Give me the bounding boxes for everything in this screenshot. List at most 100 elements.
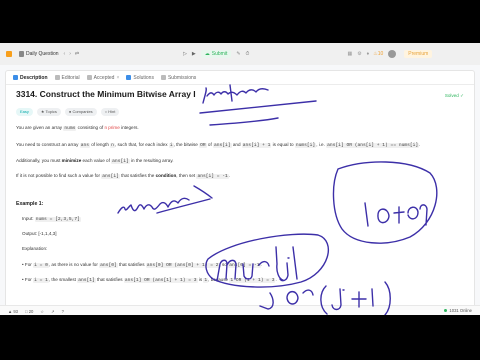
lightbulb-icon: ○ xyxy=(104,109,108,114)
tab-label: Submissions xyxy=(167,74,197,81)
tab-solutions[interactable]: Solutions xyxy=(126,75,154,81)
code: nums[i] xyxy=(294,143,317,148)
hint-chip[interactable]: ○ Hint xyxy=(100,108,120,116)
online-dot-icon xyxy=(444,309,448,312)
code: ans[i] xyxy=(101,174,120,179)
solved-label: Solved xyxy=(444,93,459,98)
notes-button[interactable]: ✎ xyxy=(236,51,240,57)
avatar-button[interactable] xyxy=(388,50,397,58)
lock-icon: ● xyxy=(68,109,72,114)
panel-tabs: Description Editorial Accepted × Solution… xyxy=(6,71,474,85)
streak-counter[interactable]: ♨ 10 xyxy=(373,51,383,57)
leetcode-logo[interactable] xyxy=(6,51,14,57)
star-icon: ☆ xyxy=(40,308,45,314)
comment-icon: □ xyxy=(25,308,28,314)
cloud-upload-icon: ☁ xyxy=(204,51,210,57)
code: OR xyxy=(199,143,207,148)
avatar xyxy=(388,50,397,58)
text: , then set xyxy=(176,173,197,178)
text: For xyxy=(24,262,34,267)
tab-submissions[interactable]: Submissions xyxy=(160,74,197,81)
layout-button[interactable]: ▦ xyxy=(347,51,352,57)
comment-count: 20 xyxy=(28,308,34,314)
submit-button[interactable]: ☁ Submit xyxy=(200,50,232,58)
explanation-label: Explanation: xyxy=(22,246,48,251)
text: that satisfies xyxy=(117,262,146,267)
text: For xyxy=(24,277,34,282)
problem-tags: Easy ★ Topics ● Companies ○ Hint xyxy=(16,108,123,116)
debug-button[interactable]: ▷ xyxy=(183,51,187,57)
like-button[interactable]: ▲ 93 xyxy=(8,309,18,314)
code: ans[i] xyxy=(111,159,130,164)
text: is equal to xyxy=(271,142,295,147)
run-button[interactable]: ▶ xyxy=(192,51,196,57)
text: , i.e. xyxy=(316,142,327,147)
streak-count: 10 xyxy=(377,51,384,57)
problem-list-button[interactable]: Daily Question xyxy=(19,51,59,57)
text: . xyxy=(260,262,262,267)
next-problem-button[interactable]: › xyxy=(69,51,71,57)
problem-title: 3314. Construct the Minimum Bitwise Arra… xyxy=(16,89,196,99)
video-frame: Daily Question ‹ › ⇄ ▷ ▶ ☁ Submit ✎ ⏱ ▦ ⚙… xyxy=(0,43,480,315)
explanation-bullet-1: • For i = 0, as there is no value for an… xyxy=(22,262,262,268)
question-icon: ? xyxy=(61,308,64,314)
top-toolbar: Daily Question ‹ › ⇄ ▷ ▶ ☁ Submit ✎ ⏱ ▦ ⚙… xyxy=(0,43,480,65)
code: ans[1] OR (ans[1] + 1) = 3 xyxy=(123,278,198,283)
topics-chip[interactable]: ★ Topics xyxy=(36,108,61,116)
paragraph-4: If it is not possible to find such a val… xyxy=(16,173,230,180)
tab-editorial[interactable]: Editorial xyxy=(54,74,80,81)
bold-text: minimize xyxy=(61,158,82,163)
check-icon xyxy=(86,75,92,80)
text: , because xyxy=(208,277,230,282)
timer-button[interactable]: ⏱ xyxy=(246,51,250,57)
code: ans[i] OR (ans[i] + 1) == nums[i] xyxy=(326,143,420,148)
text: that satisfies xyxy=(95,277,124,282)
list-icon xyxy=(19,51,24,57)
favorite-button[interactable]: ☆ xyxy=(40,309,44,314)
tab-label: Solutions xyxy=(133,74,154,81)
bottom-bar: ▲ 93 □ 20 ☆ ↗ ? 1031 Online xyxy=(0,305,480,315)
code: ans[0] OR (ans[0] + 1) = 2 xyxy=(145,263,220,268)
help-button[interactable]: ? xyxy=(62,309,64,314)
code: i = 1 xyxy=(33,278,49,283)
example-output: Output: [-1,1,4,3] xyxy=(22,231,57,237)
text: , as there is no value for xyxy=(48,262,100,267)
paragraph-3: Additionally, you must minimize each val… xyxy=(16,158,174,165)
comments-button[interactable]: □ 20 xyxy=(25,309,33,314)
explanation-bullet-2: • For i = 1, the smallest ans[1] that sa… xyxy=(22,277,277,283)
premium-label: Premium xyxy=(408,51,429,57)
notifications-button[interactable]: ♦ xyxy=(367,51,370,57)
text: , the smallest xyxy=(48,277,78,282)
prime-link[interactable]: n prime xyxy=(104,125,119,130)
code: ans[0] xyxy=(99,263,118,268)
text: . xyxy=(419,142,421,147)
output-value: [-1,1,4,3] xyxy=(38,231,57,236)
text: of length xyxy=(89,142,111,147)
history-icon xyxy=(160,75,166,80)
close-tab-icon[interactable]: × xyxy=(116,75,119,81)
paragraph-1: You are given an array nums consisting o… xyxy=(16,125,139,132)
text: , the bitwise xyxy=(173,142,200,147)
premium-button[interactable]: Premium xyxy=(404,50,433,58)
text: in the resulting array. xyxy=(129,158,174,163)
text: . xyxy=(228,173,231,178)
prev-problem-button[interactable]: ‹ xyxy=(64,51,66,57)
companies-chip[interactable]: ● Companies xyxy=(64,108,97,116)
text: You need to construct an array xyxy=(16,142,80,147)
settings-button[interactable]: ⚙ xyxy=(357,51,361,57)
chip-label: Topics xyxy=(45,109,57,114)
text: integers. xyxy=(119,125,139,130)
difficulty-badge: Easy xyxy=(16,108,33,116)
tab-label: Editorial xyxy=(61,74,80,81)
tab-label: Description xyxy=(20,74,48,81)
paragraph-2: You need to construct an array ans of le… xyxy=(16,142,420,149)
shuffle-button[interactable]: ⇄ xyxy=(75,51,79,57)
like-count: 93 xyxy=(13,308,18,314)
tab-accepted[interactable]: Accepted × xyxy=(86,74,119,81)
code-nums: nums xyxy=(63,126,77,131)
book-icon xyxy=(54,75,60,80)
share-button[interactable]: ↗ xyxy=(51,309,55,314)
tab-label: Accepted xyxy=(93,74,115,81)
tab-description[interactable]: Description xyxy=(13,75,48,81)
text: , so xyxy=(219,262,229,267)
